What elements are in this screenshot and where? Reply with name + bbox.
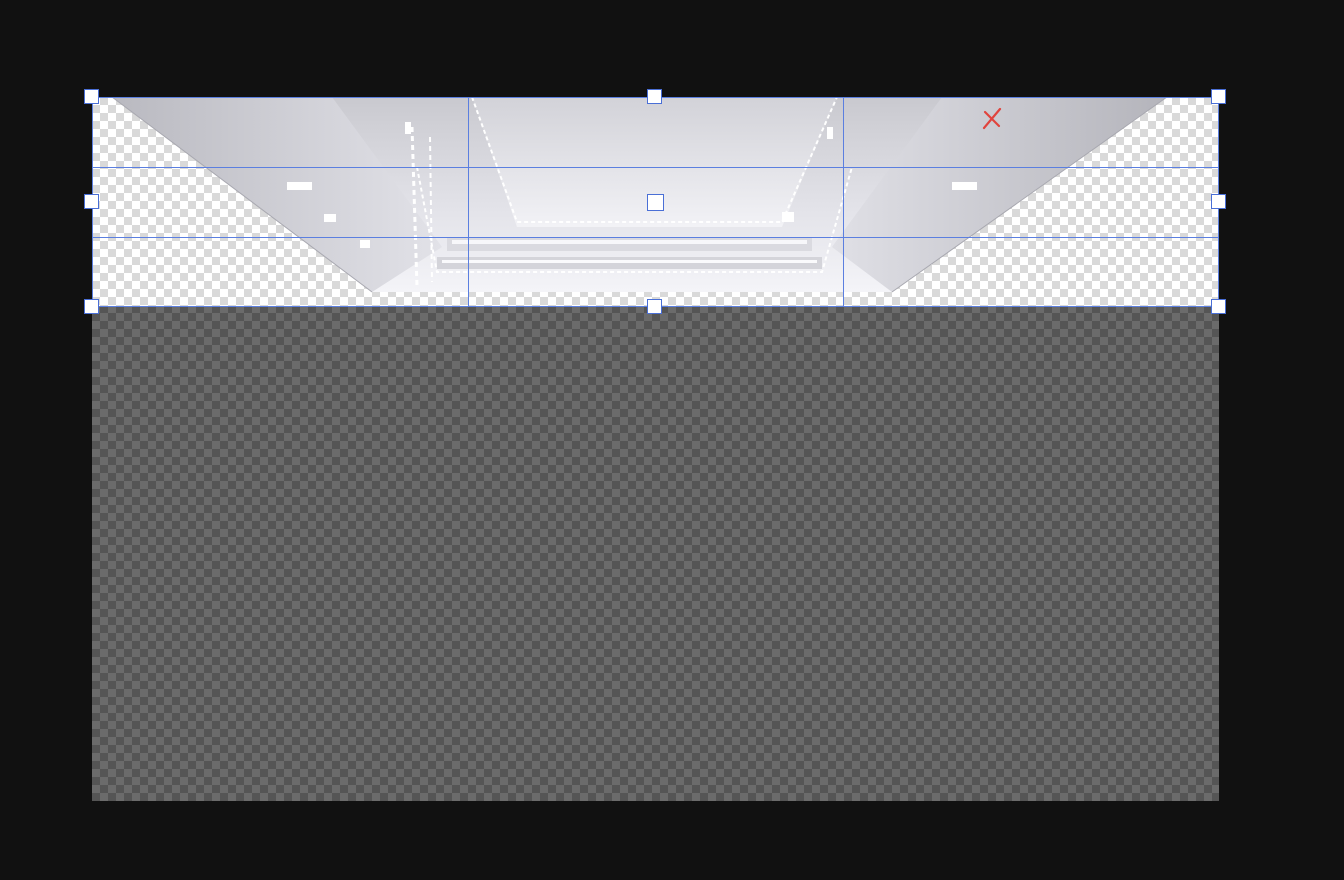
crop-handle-bottom-left[interactable] xyxy=(84,299,99,314)
crop-handle-bottom-right[interactable] xyxy=(1211,299,1226,314)
crop-handle-middle-right[interactable] xyxy=(1211,194,1226,209)
crop-center-handle[interactable] xyxy=(647,194,664,211)
crop-handle-top-left[interactable] xyxy=(84,89,99,104)
crop-handle-bottom-center[interactable] xyxy=(647,299,662,314)
crop-grid-line-v2 xyxy=(843,98,844,306)
crop-grid-line-v1 xyxy=(468,98,469,306)
editor-workspace xyxy=(0,0,1344,880)
crop-grid-line-h1 xyxy=(93,167,1218,168)
red-x-mark-icon xyxy=(982,107,1002,130)
crop-handle-top-center[interactable] xyxy=(647,89,662,104)
crop-handle-middle-left[interactable] xyxy=(84,194,99,209)
crop-handle-top-right[interactable] xyxy=(1211,89,1226,104)
crop-grid-line-h2 xyxy=(93,237,1218,238)
